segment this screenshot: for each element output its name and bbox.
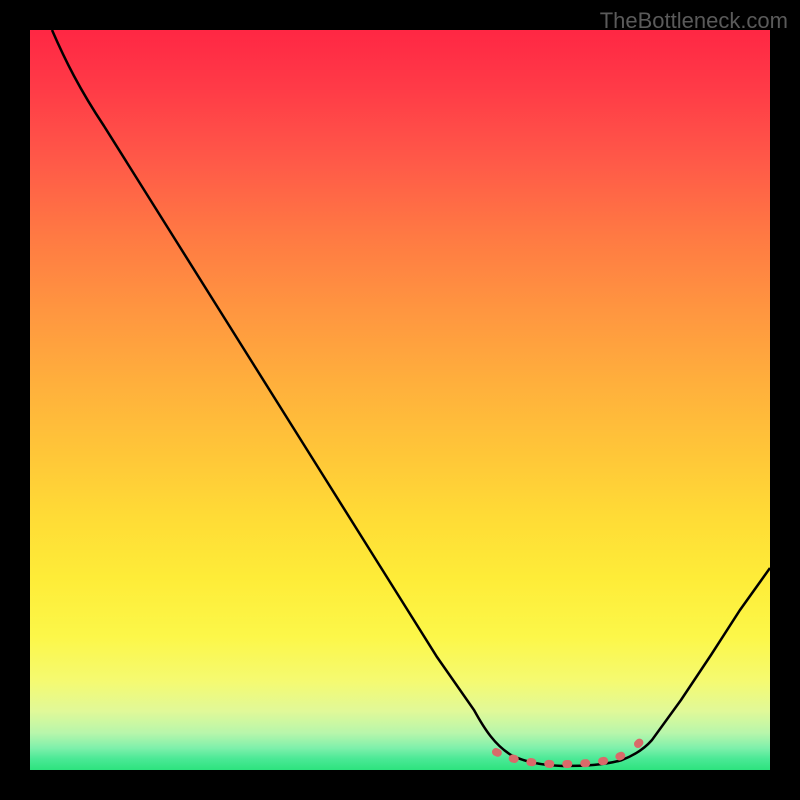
chart-svg	[30, 30, 770, 770]
watermark-text: TheBottleneck.com	[600, 8, 788, 34]
bottleneck-curve	[52, 30, 770, 766]
chart-plot-area	[30, 30, 770, 770]
